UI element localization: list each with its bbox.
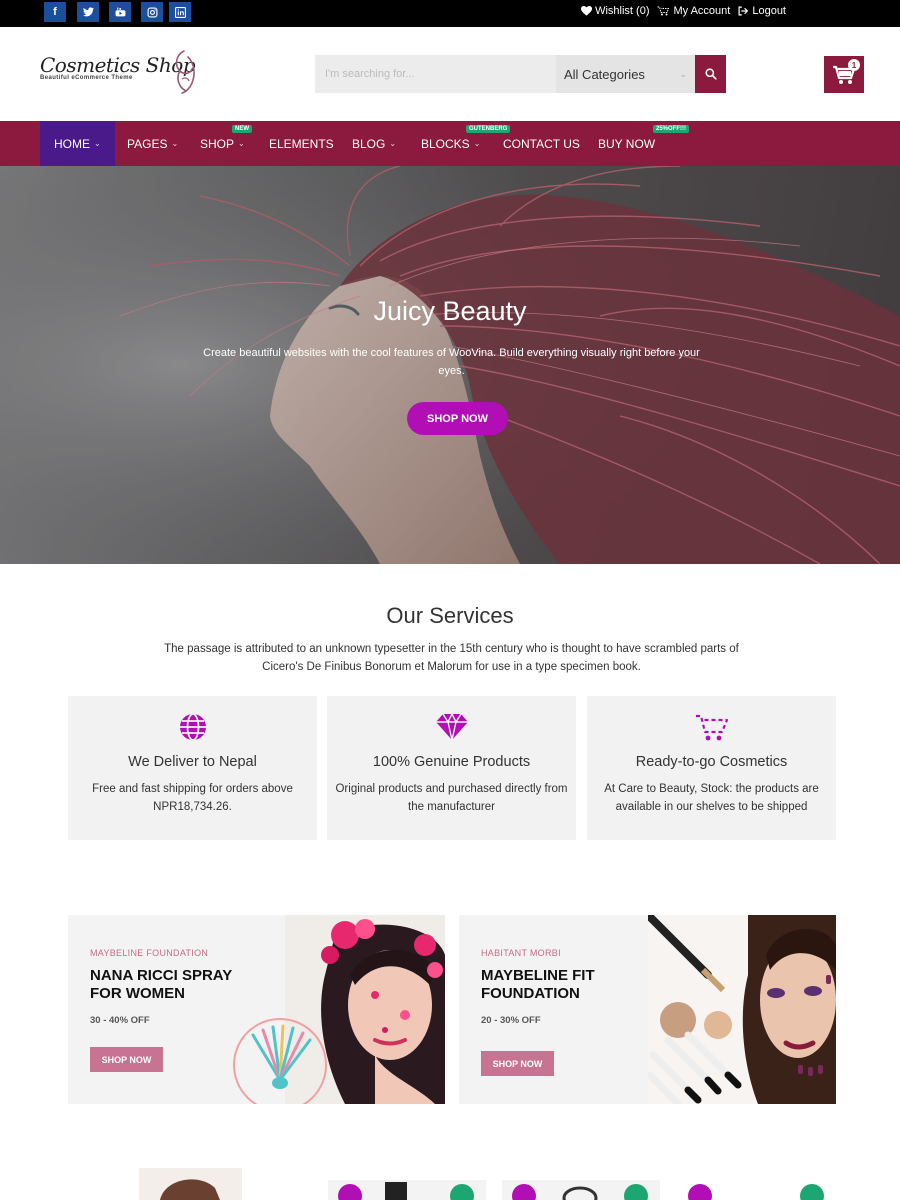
twitter-icon[interactable] xyxy=(77,2,99,22)
promo-category: MAYBELINE FOUNDATION xyxy=(90,948,209,958)
search-bar: All Categories ⌄ xyxy=(315,55,726,93)
diamond-icon xyxy=(435,712,468,741)
linkedin-icon[interactable] xyxy=(169,2,191,22)
hero-title: Juicy Beauty xyxy=(373,296,527,326)
header: Cosmetics Shop Beautiful eCommerce Theme… xyxy=(0,27,900,121)
logout-link[interactable]: Logout xyxy=(738,5,786,17)
my-account-link[interactable]: My Account xyxy=(657,5,730,17)
chevron-down-icon: ⌄ xyxy=(389,139,397,148)
cart-icon xyxy=(695,714,728,741)
service-card-ready-to-go: Ready-to-go Cosmetics At Care to Beauty,… xyxy=(587,696,836,840)
chevron-down-icon: ⌄ xyxy=(171,139,179,148)
new-badge: NEW xyxy=(232,125,252,133)
service-title: 100% Genuine Products xyxy=(372,754,531,770)
service-card-delivery: We Deliver to Nepal Free and fast shippi… xyxy=(68,696,317,840)
promo-image-makeup-model xyxy=(648,915,836,1104)
promo-category: HABITANT MORBI xyxy=(481,948,561,958)
wishlist-label: Wishlist (0) xyxy=(595,5,650,17)
chevron-down-icon: ⌄ xyxy=(94,139,101,148)
main-nav: HOME ⌄ PAGES ⌄ SHOP ⌄ NEW ELEMENTS BLOG ⌄ BL… xyxy=(0,121,900,166)
category-select[interactable]: All Categories ⌄ xyxy=(556,55,695,93)
nav-item-label: SHOP xyxy=(200,136,235,151)
promo-title: MAYBELINE FIT FOUNDATION xyxy=(481,967,595,1002)
nav-item-label: PAGES xyxy=(127,136,168,151)
category-select-value: All Categories xyxy=(564,66,645,82)
product-thumbnails-strip xyxy=(139,1168,824,1200)
logo-swirl-icon xyxy=(175,50,195,94)
cart-button[interactable]: 1 xyxy=(824,56,864,93)
chevron-down-icon: ⌄ xyxy=(679,68,687,79)
nav-item-label: BLOG xyxy=(352,136,386,151)
promo-banner-2[interactable]: HABITANT MORBI MAYBELINE FIT FOUNDATION … xyxy=(459,915,836,1104)
cart-count-badge: 1 xyxy=(848,59,860,71)
promo-discount: 30 - 40% OFF xyxy=(90,1015,150,1026)
promo-discount: 20 - 30% OFF xyxy=(481,1015,541,1026)
promo-image-model-brushes xyxy=(233,915,445,1104)
nav-item-buy-now[interactable]: BUY NOW xyxy=(598,121,655,166)
service-title: We Deliver to Nepal xyxy=(128,754,257,770)
chevron-down-icon: ⌄ xyxy=(473,139,481,148)
service-title: Ready-to-go Cosmetics xyxy=(635,754,788,770)
nav-item-blog[interactable]: BLOG ⌄ xyxy=(352,121,396,166)
logout-label: Logout xyxy=(752,5,786,17)
heart-icon xyxy=(581,6,593,16)
youtube-icon[interactable] xyxy=(109,2,131,22)
service-text: Free and fast shipping for orders above … xyxy=(92,783,293,813)
chevron-down-icon: ⌄ xyxy=(238,139,245,148)
nav-item-contact-us[interactable]: CONTACT US xyxy=(503,121,580,166)
globe-icon xyxy=(179,713,206,741)
nav-item-label: BLOCKS xyxy=(421,136,470,151)
promo-shop-now-button[interactable]: SHOP NOW xyxy=(90,1047,163,1072)
wishlist-link[interactable]: Wishlist (0) xyxy=(581,5,649,17)
cart-icon xyxy=(657,6,670,16)
discount-badge: 25%OFF!!! xyxy=(653,125,689,133)
logout-icon xyxy=(738,6,749,16)
hero-shop-now-button[interactable]: SHOP NOW xyxy=(407,402,508,435)
promo-title: NANA RICCI SPRAY FOR WOMEN xyxy=(90,967,232,1002)
service-text: Original products and purchased directly… xyxy=(335,783,568,813)
nav-item-elements[interactable]: ELEMENTS xyxy=(269,121,334,166)
nav-item-label: HOME xyxy=(54,136,90,151)
nav-item-home[interactable]: HOME ⌄ xyxy=(40,121,115,166)
promo-banner-1[interactable]: MAYBELINE FOUNDATION NANA RICCI SPRAY FO… xyxy=(68,915,445,1104)
nav-item-label: ELEMENTS xyxy=(269,136,334,151)
promo-shop-now-button[interactable]: SHOP NOW xyxy=(481,1051,554,1076)
site-logo[interactable]: Cosmetics Shop Beautiful eCommerce Theme xyxy=(40,50,210,101)
hero-banner: Juicy Beauty Create beautiful websites w… xyxy=(0,166,900,564)
my-account-label: My Account xyxy=(673,5,731,17)
service-card-genuine: 100% Genuine Products Original products … xyxy=(327,696,576,840)
search-button[interactable] xyxy=(695,55,726,93)
search-icon xyxy=(704,68,717,80)
facebook-icon[interactable]: f xyxy=(44,2,66,22)
nav-item-pages[interactable]: PAGES ⌄ xyxy=(127,121,178,166)
nav-item-label: CONTACT US xyxy=(503,136,580,151)
services-description: The passage is attributed to an unknown … xyxy=(164,643,739,673)
hero-subtitle: Create beautiful websites with the cool … xyxy=(203,347,700,377)
instagram-icon[interactable] xyxy=(141,2,163,22)
services-title: Our Services xyxy=(386,603,514,628)
top-bar: f Wishlist (0) My Account Logout xyxy=(0,0,900,27)
nav-item-label: BUY NOW xyxy=(598,136,656,151)
service-text: At Care to Beauty, Stock: the products a… xyxy=(604,783,819,813)
account-links: Wishlist (0) My Account Logout xyxy=(581,5,786,17)
search-input[interactable] xyxy=(315,55,556,93)
